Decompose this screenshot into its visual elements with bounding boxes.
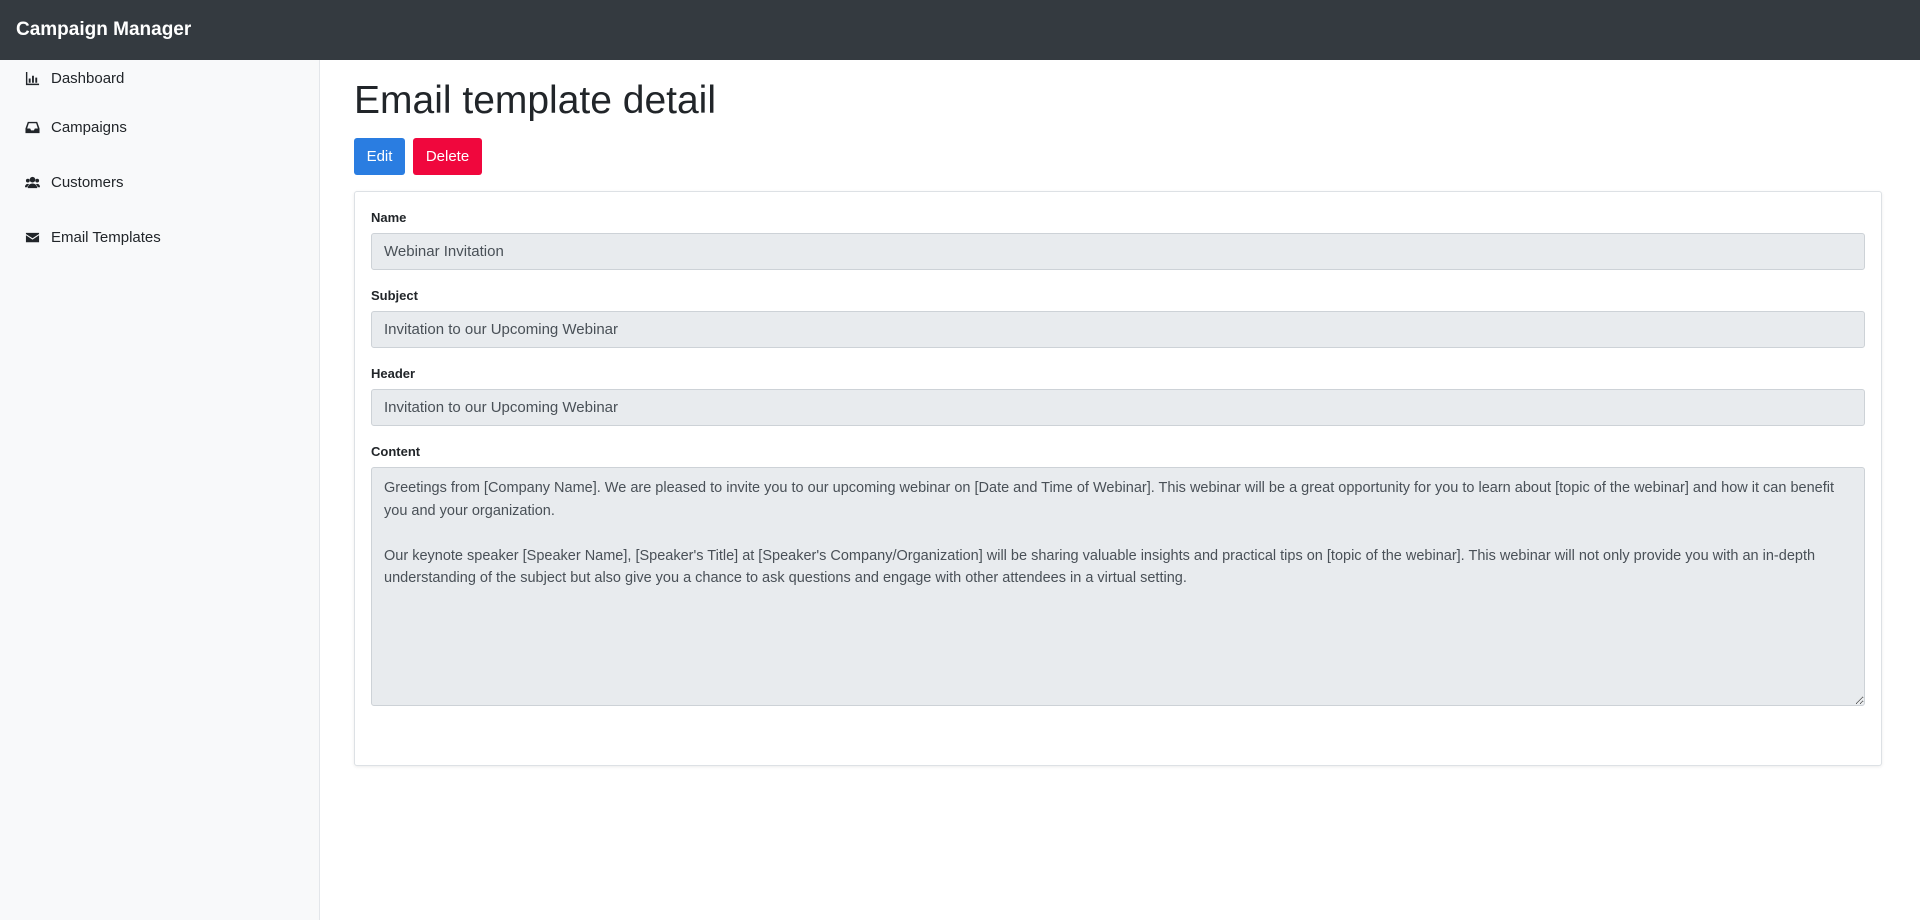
- content-label: Content: [371, 444, 421, 459]
- chart-icon: [24, 70, 40, 86]
- delete-button[interactable]: Delete: [413, 138, 482, 175]
- inbox-icon: [24, 120, 40, 136]
- name-field[interactable]: [371, 233, 1865, 270]
- sidebar-item-email-templates[interactable]: Email Templates: [0, 210, 319, 265]
- main-content: Email template detail Edit Delete Name S…: [354, 60, 1882, 766]
- name-label: Name: [371, 210, 407, 225]
- sidebar-item-label: Customers: [51, 174, 124, 191]
- users-icon: [24, 175, 40, 191]
- sidebar-item-label: Campaigns: [51, 119, 127, 136]
- sidebar-item-campaigns[interactable]: Campaigns: [0, 100, 319, 155]
- header-field[interactable]: [371, 389, 1865, 426]
- edit-button[interactable]: Edit: [354, 138, 405, 175]
- subject-label: Subject: [371, 288, 418, 303]
- action-bar: Edit Delete: [354, 138, 1882, 175]
- sidebar-item-label: Email Templates: [51, 229, 161, 246]
- content-textarea[interactable]: Greetings from [Company Name]. We are pl…: [371, 467, 1865, 706]
- top-navbar: Campaign Manager: [0, 0, 1920, 60]
- sidebar: Dashboard Campaigns Customers Email Temp…: [0, 60, 320, 920]
- page-title: Email template detail: [354, 79, 717, 122]
- sidebar-item-label: Dashboard: [51, 70, 125, 87]
- sidebar-item-customers[interactable]: Customers: [0, 155, 319, 210]
- sidebar-item-dashboard[interactable]: Dashboard: [0, 60, 319, 100]
- template-detail-card: Name Subject Header Content Greetings fr…: [354, 191, 1882, 766]
- app-brand[interactable]: Campaign Manager: [16, 19, 191, 41]
- envelope-icon: [24, 230, 40, 246]
- subject-field[interactable]: [371, 311, 1865, 348]
- header-label: Header: [371, 366, 416, 381]
